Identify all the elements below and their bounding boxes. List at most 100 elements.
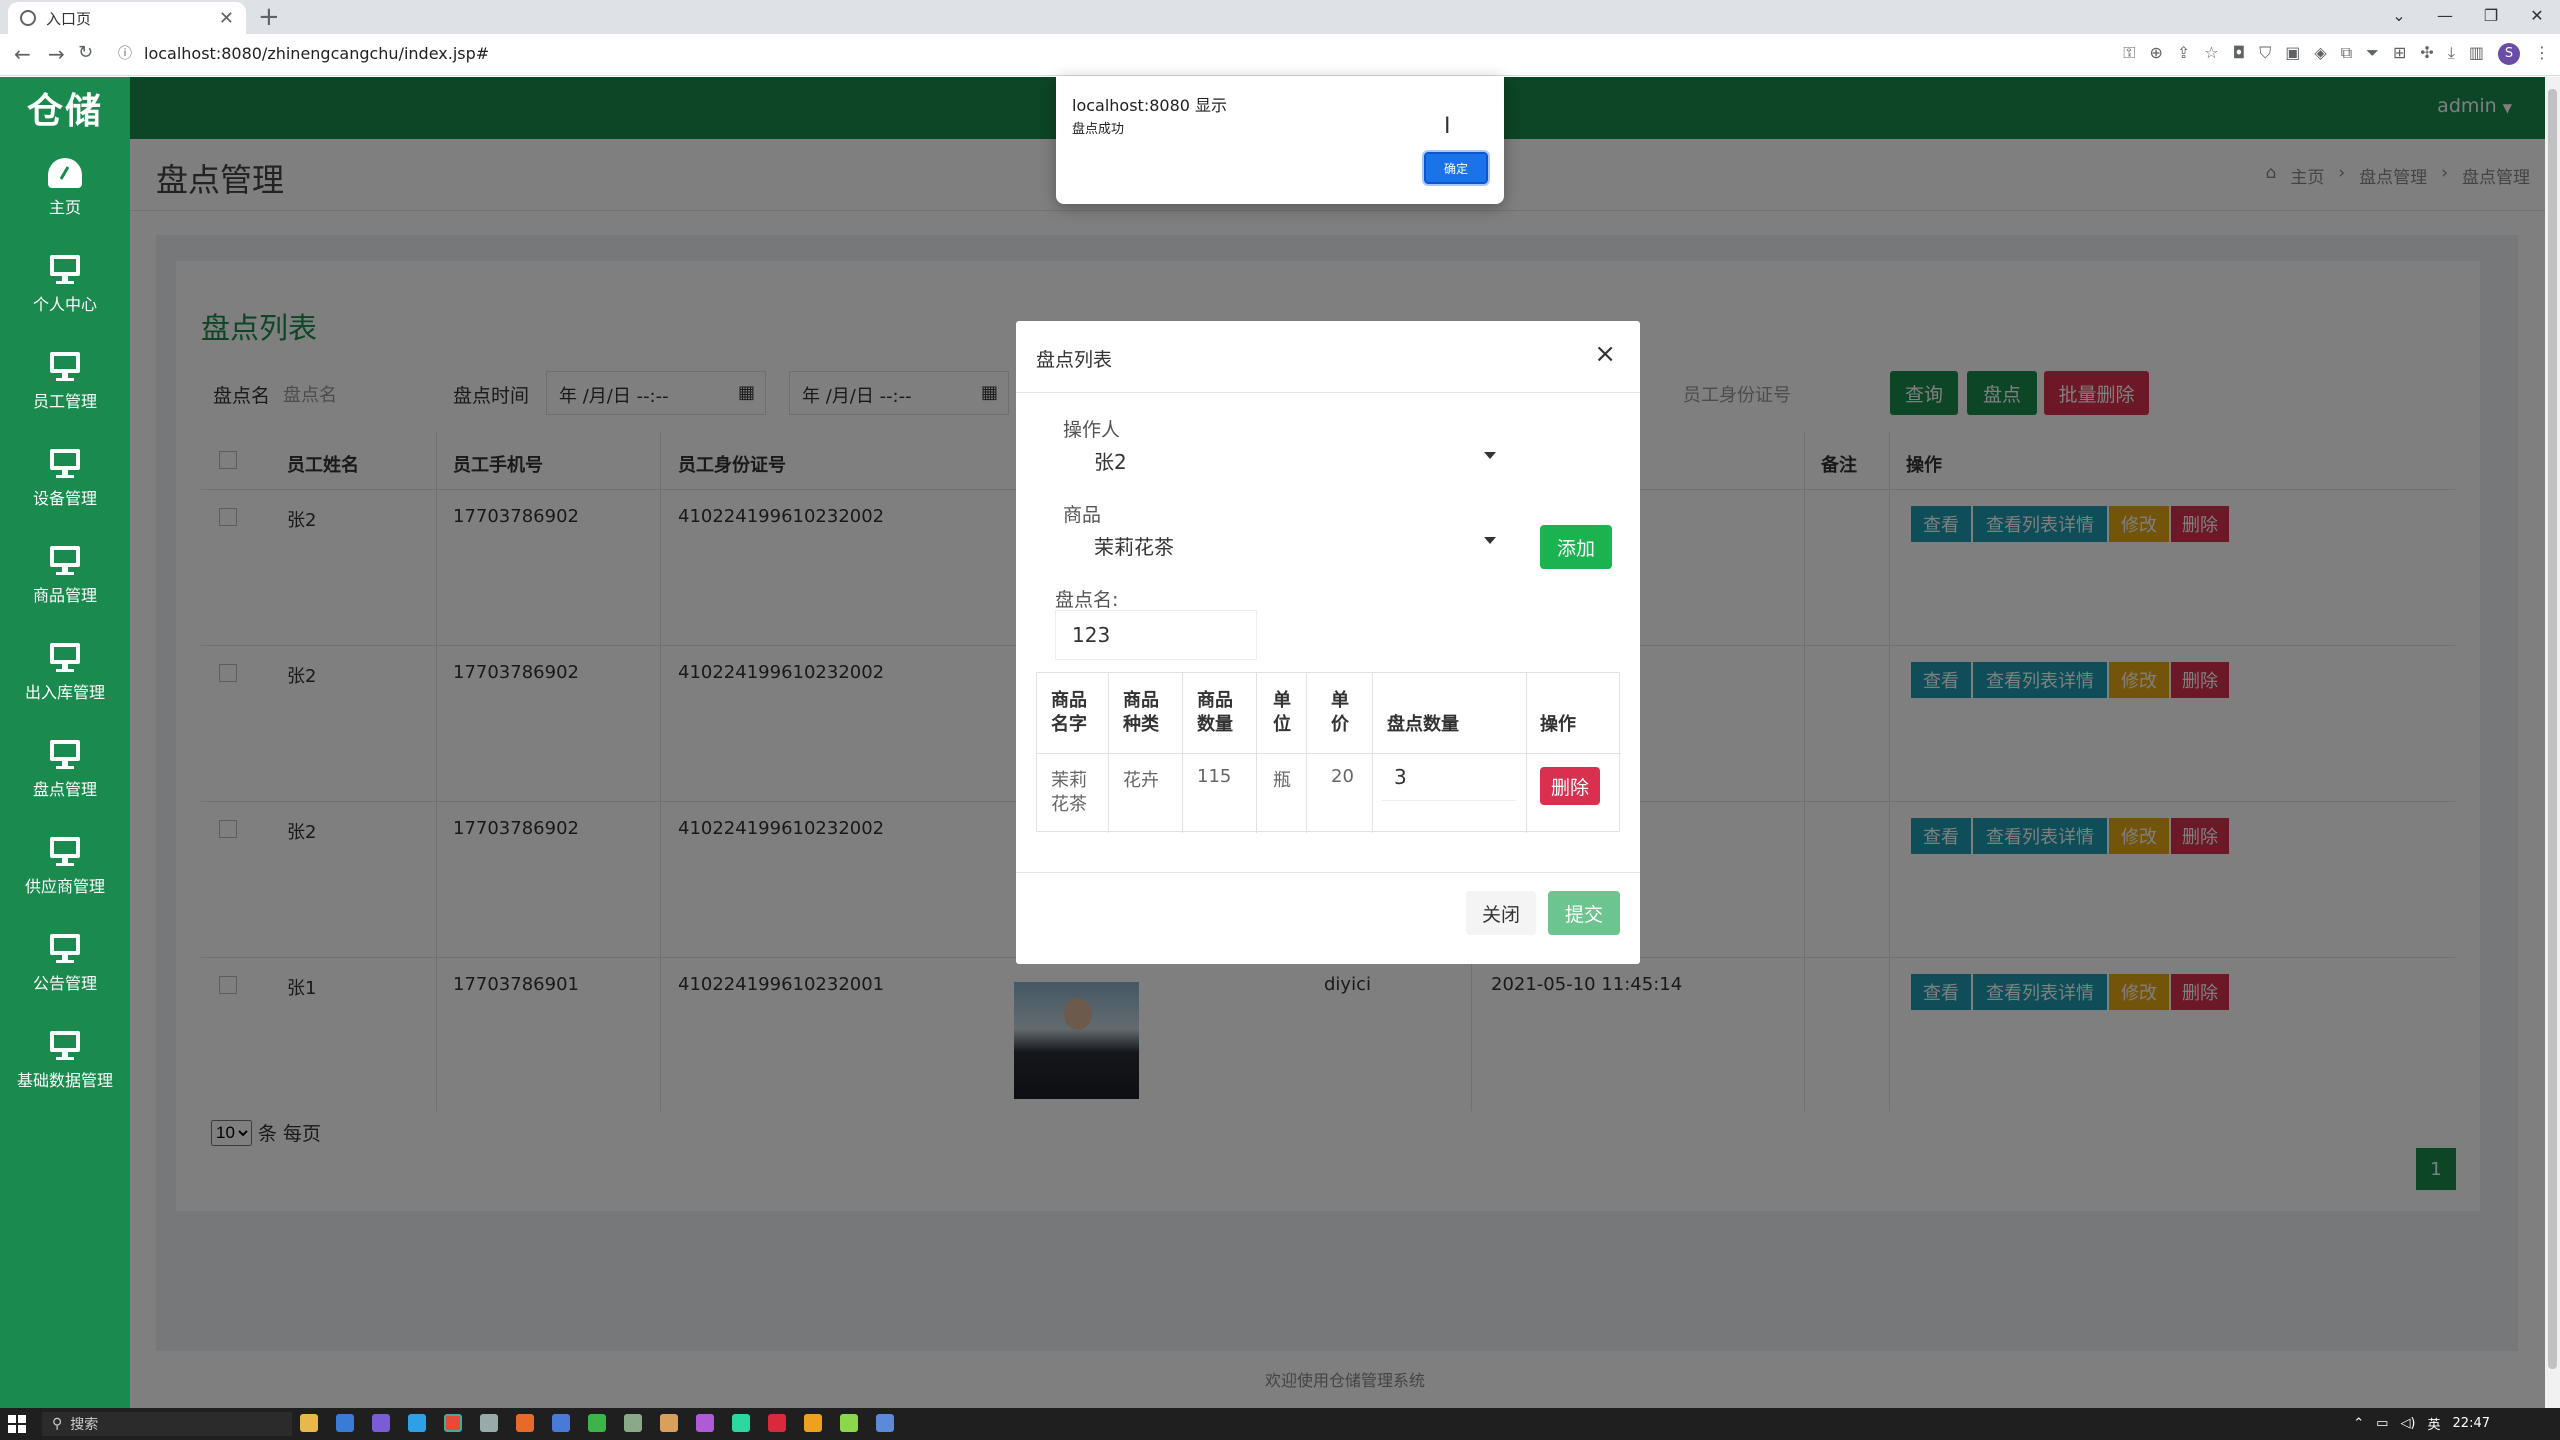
cell-goods-qty: 115 — [1197, 766, 1232, 787]
puzzle-icon[interactable]: ✣ — [2420, 43, 2433, 65]
sidebar-item-inventory[interactable]: 盘点管理 — [0, 721, 130, 818]
sidebar-item-home[interactable]: 主页 — [0, 139, 130, 236]
sidebar-item-stock-io[interactable]: 出入库管理 — [0, 624, 130, 721]
app-icon[interactable] — [696, 1414, 714, 1432]
page-scrollbar[interactable] — [2545, 77, 2560, 1408]
submit-button[interactable]: 提交 — [1548, 891, 1620, 935]
copy-icon[interactable]: ⧉ — [2341, 43, 2352, 65]
operator-value: 张2 — [1094, 450, 1127, 474]
url-field[interactable]: ⓘ localhost:8080/zhinengcangchu/index.js… — [118, 43, 489, 63]
alert-ok-button[interactable]: 确定 — [1422, 150, 1490, 186]
sidebar-item-devices[interactable]: 设备管理 — [0, 430, 130, 527]
minimize-icon[interactable]: — — [2422, 0, 2468, 34]
app-icon[interactable] — [876, 1414, 894, 1432]
windows-start-icon[interactable] — [8, 1415, 26, 1433]
app-icon[interactable] — [732, 1414, 750, 1432]
cell-goods-kind: 花卉 — [1123, 770, 1159, 791]
info-icon[interactable]: ⓘ — [118, 43, 132, 63]
scrollbar-thumb[interactable] — [2548, 89, 2557, 1369]
close-button[interactable]: 关闭 — [1466, 891, 1536, 935]
app-icon[interactable] — [372, 1414, 390, 1432]
sidebar-item-label: 主页 — [48, 197, 81, 217]
operator-select[interactable]: 张2 — [1078, 440, 1508, 480]
cell-goods-name: 茉莉花茶 — [1051, 770, 1087, 815]
share-icon[interactable]: ⇪ — [2177, 43, 2190, 65]
column-divider — [1526, 673, 1527, 833]
app-icon[interactable] — [768, 1414, 786, 1432]
app-icon[interactable] — [552, 1414, 570, 1432]
sidebar-item-suppliers[interactable]: 供应商管理 — [0, 818, 130, 915]
globe-icon — [20, 10, 36, 26]
goods-select[interactable]: 茉莉花茶 — [1078, 525, 1508, 565]
star-icon[interactable]: ☆ — [2204, 43, 2218, 65]
sidebar-item-basedata[interactable]: 基础数据管理 — [0, 1012, 130, 1109]
menu-icon[interactable]: ⋮ — [2534, 43, 2550, 65]
taskbar-search-text: 搜索 — [70, 1417, 99, 1433]
translate-icon[interactable]: ⊞ — [2393, 43, 2406, 65]
clipboard-icon[interactable]: ▣ — [2285, 43, 2300, 65]
reload-icon[interactable]: ↻ — [78, 42, 93, 63]
wechat-icon[interactable] — [588, 1414, 606, 1432]
sidebar-item-label: 设备管理 — [32, 488, 97, 508]
clock[interactable]: 22:47 — [2453, 1416, 2490, 1431]
sidebar-item-goods[interactable]: 商品管理 — [0, 527, 130, 624]
system-tray: ⌃ ▭ ◁) 英 22:47 — [2353, 1414, 2490, 1433]
profile-avatar[interactable]: S — [2498, 43, 2520, 65]
sidebar-item-notices[interactable]: 公告管理 — [0, 915, 130, 1012]
firefox-icon[interactable] — [516, 1414, 534, 1432]
back-icon[interactable]: ← — [14, 42, 31, 66]
download-icon[interactable]: ⤓ — [2448, 43, 2455, 65]
add-button[interactable]: 添加 — [1540, 525, 1612, 569]
app-icon[interactable] — [840, 1414, 858, 1432]
close-window-icon[interactable]: ✕ — [2514, 0, 2560, 34]
inventory-modal: 盘点列表 × 操作人 张2 商品 茉莉花茶 添加 盘点名: 123 商品名字 商… — [1016, 321, 1640, 964]
monitor-icon — [48, 351, 82, 382]
browser-tab[interactable]: 入口页 ✕ — [8, 2, 246, 34]
close-icon[interactable]: × — [1594, 339, 1616, 369]
extension-icon[interactable]: ◈ — [2314, 43, 2326, 65]
tab-search-icon[interactable]: ⌄ — [2376, 0, 2422, 34]
filter-icon[interactable]: ⏷ — [2366, 43, 2379, 65]
caret-down-icon — [1484, 537, 1496, 544]
key-icon[interactable]: ⚿ — [2123, 43, 2135, 65]
store-icon[interactable] — [336, 1414, 354, 1432]
settings-icon[interactable] — [480, 1414, 498, 1432]
app-icon[interactable] — [624, 1414, 642, 1432]
sidepanel-icon[interactable]: ▥ — [2469, 43, 2484, 65]
taskbar-apps — [300, 1414, 894, 1432]
new-tab-icon[interactable]: + — [258, 2, 280, 32]
network-icon[interactable]: ▭ — [2376, 1416, 2388, 1431]
sidebar-item-profile[interactable]: 个人中心 — [0, 236, 130, 333]
tab-title: 入口页 — [46, 9, 92, 28]
camera-icon[interactable]: ◘ — [2233, 43, 2246, 65]
monitor-icon — [48, 836, 82, 867]
close-tab-icon[interactable]: ✕ — [219, 8, 234, 29]
sidebar-item-label: 个人中心 — [32, 294, 97, 314]
volume-icon[interactable]: ◁) — [2400, 1416, 2415, 1431]
sidebar-item-employees[interactable]: 员工管理 — [0, 333, 130, 430]
forward-icon[interactable]: → — [48, 42, 65, 66]
tray-expand-icon[interactable]: ⌃ — [2353, 1416, 2364, 1431]
monitor-icon — [48, 254, 82, 285]
sidebar-item-label: 出入库管理 — [24, 682, 105, 702]
count-input[interactable]: 3 — [1382, 757, 1516, 801]
monitor-icon — [48, 1030, 82, 1061]
table-divider — [1037, 753, 1621, 754]
intellij-icon[interactable] — [804, 1414, 822, 1432]
zoom-icon[interactable]: ⊕ — [2149, 43, 2162, 65]
browser-alert: localhost:8080 显示 盘点成功 确定 — [1056, 76, 1504, 204]
inventory-name-input[interactable]: 123 — [1055, 610, 1257, 660]
search-icon: ⚲ — [52, 1416, 63, 1432]
ime-indicator[interactable]: 英 — [2428, 1414, 2441, 1433]
taskbar-search[interactable]: ⚲ 搜索 — [42, 1412, 292, 1436]
app-icon[interactable] — [660, 1414, 678, 1432]
shield-icon[interactable]: ⛉ — [2259, 43, 2271, 65]
column-divider — [1372, 673, 1373, 833]
monitor-icon — [48, 448, 82, 479]
restore-icon[interactable]: ❐ — [2468, 0, 2514, 34]
chrome-icon[interactable] — [444, 1414, 462, 1432]
col-header-count: 盘点数量 — [1387, 714, 1459, 735]
file-explorer-icon[interactable] — [300, 1414, 318, 1432]
row-delete-button[interactable]: 删除 — [1540, 767, 1600, 805]
app-icon[interactable] — [408, 1414, 426, 1432]
